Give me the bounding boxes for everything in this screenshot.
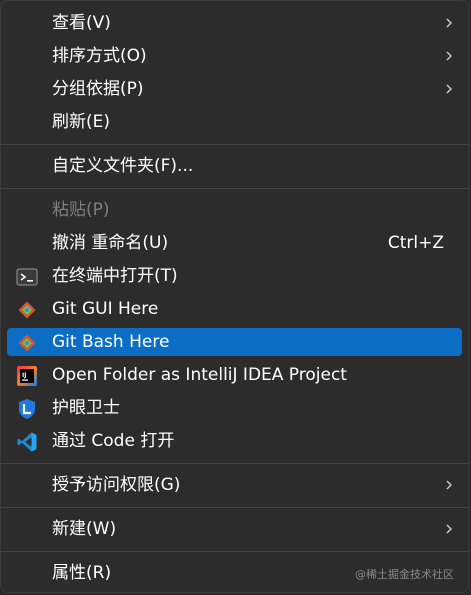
menu-item-label: Open Folder as IntelliJ IDEA Project [52, 365, 347, 385]
menu-item-label: 通过 Code 打开 [52, 431, 175, 451]
menu-item-git-gui[interactable]: Git GUI Here [7, 295, 462, 323]
menu-item-sort[interactable]: 排序方式(O) [7, 42, 462, 70]
menu-item-label: 在终端中打开(T) [52, 266, 178, 286]
chevron-right-icon [446, 480, 452, 490]
shortcut-text: Ctrl+Z [387, 233, 444, 253]
git-bash-icon [18, 334, 36, 352]
chevron-right-icon [446, 84, 452, 94]
menu-separator [1, 463, 468, 464]
menu-item-customize-folder[interactable]: 自定义文件夹(F)... [7, 152, 462, 180]
menu-item-label: 新建(W) [52, 519, 117, 539]
menu-item-label: 分组依据(P) [52, 79, 144, 99]
vscode-icon [17, 432, 37, 452]
watermark: @稀土掘金技术社区 [355, 568, 454, 581]
menu-item-group[interactable]: 分组依据(P) [7, 75, 462, 103]
menu-item-git-bash[interactable]: Git Bash Here [7, 328, 462, 356]
menu-separator [1, 551, 468, 552]
menu-item-view[interactable]: 查看(V) [7, 9, 462, 37]
menu-item-label: Git GUI Here [52, 299, 159, 319]
menu-item-label: 粘贴(P) [52, 200, 110, 220]
menu-item-label: 自定义文件夹(F)... [52, 156, 194, 176]
menu-item-label: 授予访问权限(G) [52, 475, 181, 495]
menu-separator [1, 188, 468, 189]
menu-item-open-terminal[interactable]: 在终端中打开(T) [7, 262, 462, 290]
svg-text:IJ: IJ [22, 372, 26, 379]
menu-item-new[interactable]: 新建(W) [7, 515, 462, 543]
menu-item-label: 撤消 重命名(U) [52, 233, 169, 253]
menu-item-vscode[interactable]: 通过 Code 打开 [7, 427, 462, 455]
menu-item-paste: 粘贴(P) [7, 196, 462, 224]
menu-item-label: 排序方式(O) [52, 46, 147, 66]
menu-item-label: 刷新(E) [52, 112, 111, 132]
chevron-right-icon [446, 524, 452, 534]
menu-item-label: 护眼卫士 [52, 398, 120, 418]
menu-item-label: Git Bash Here [52, 332, 170, 352]
chevron-right-icon [446, 18, 452, 28]
menu-item-intellij[interactable]: IJ Open Folder as IntelliJ IDEA Project [7, 361, 462, 389]
menu-item-undo-rename[interactable]: 撤消 重命名(U) Ctrl+Z [7, 229, 462, 257]
menu-item-grant-access[interactable]: 授予访问权限(G) [7, 471, 462, 499]
terminal-icon [16, 268, 38, 286]
menu-item-refresh[interactable]: 刷新(E) [7, 108, 462, 136]
menu-item-label: 查看(V) [52, 13, 111, 33]
intellij-icon: IJ [17, 366, 37, 386]
menu-item-eye-guard[interactable]: 护眼卫士 [7, 394, 462, 422]
git-gui-icon [18, 301, 36, 319]
chevron-right-icon [446, 51, 452, 61]
context-menu: 查看(V) 排序方式(O) 分组依据(P) 刷新(E) 自定义文件夹(F)...… [0, 0, 469, 593]
menu-separator [1, 507, 468, 508]
eye-guard-icon [19, 399, 35, 419]
menu-item-label: 属性(R) [52, 563, 112, 583]
menu-separator [1, 144, 468, 145]
